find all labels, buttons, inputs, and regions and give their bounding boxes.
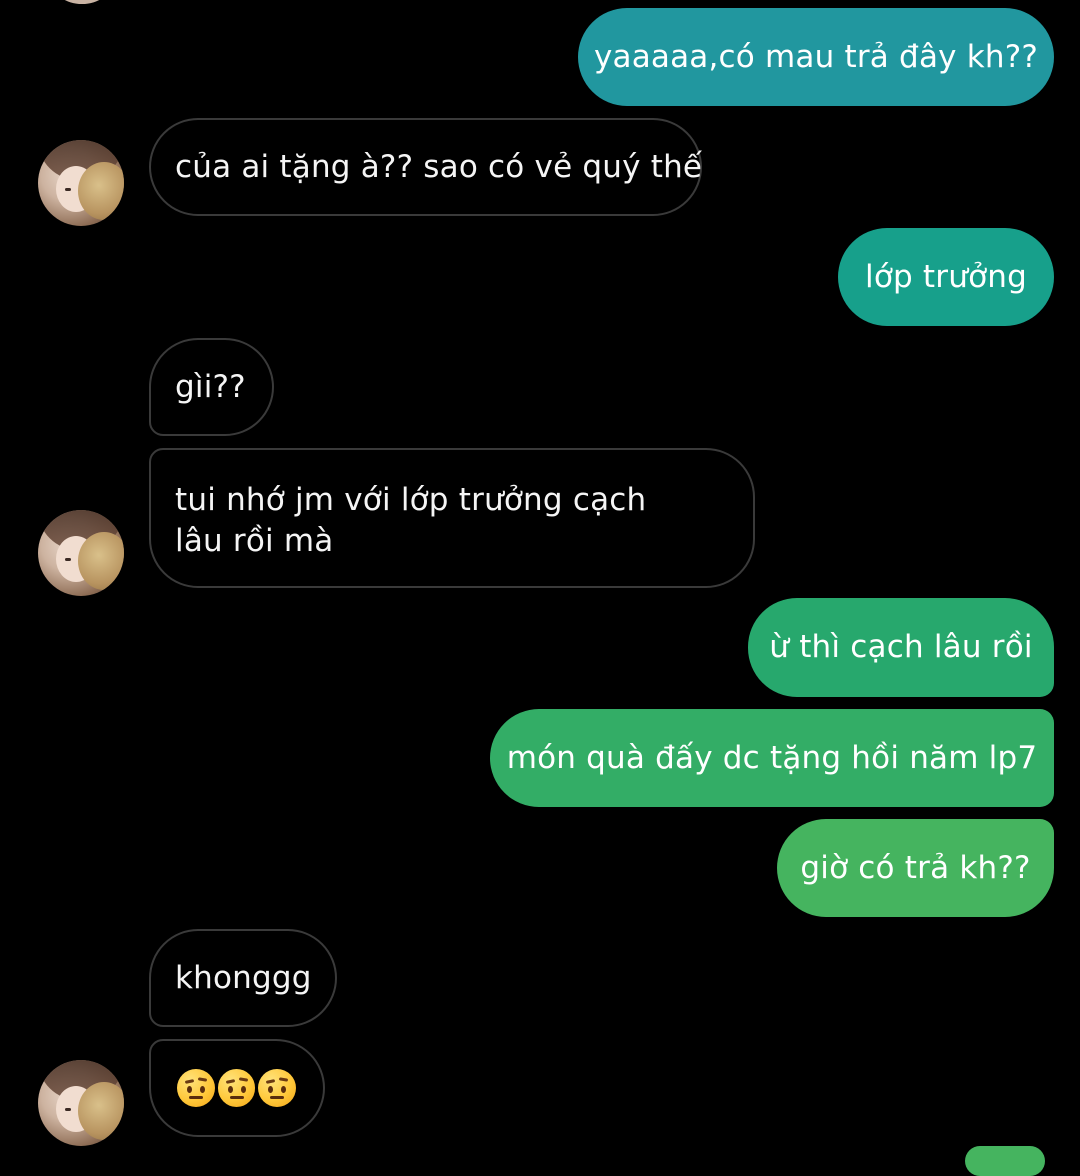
- message-text: yaaaaa,có mau trả đây kh??: [593, 38, 1039, 75]
- message-bubble-outgoing[interactable]: món quà đấy dc tặng hồi năm lp7: [490, 709, 1054, 807]
- message-text: giờ có trả kh??: [800, 849, 1031, 886]
- message-bubble-incoming[interactable]: tui nhớ jm với lớp trưởng cạch lâu rồi m…: [149, 448, 755, 588]
- message-text: gìi??: [175, 368, 246, 405]
- message-text: của ai tặng à?? sao có vẻ quý thế: [175, 148, 703, 185]
- message-bubble-incoming[interactable]: của ai tặng à?? sao có vẻ quý thế: [149, 118, 702, 216]
- contact-avatar-icon[interactable]: [52, 0, 112, 4]
- contact-avatar-icon[interactable]: [38, 1060, 124, 1146]
- contact-avatar-icon[interactable]: [38, 140, 124, 226]
- message-bubble-incoming[interactable]: gìi??: [149, 338, 274, 436]
- message-bubble-outgoing[interactable]: ừ thì cạch lâu rồi: [748, 598, 1054, 697]
- face-with-raised-eyebrow-icon: [177, 1069, 215, 1107]
- message-bubble-outgoing[interactable]: [965, 1146, 1045, 1176]
- message-bubble-outgoing[interactable]: lớp trưởng: [838, 228, 1054, 326]
- message-text: lớp trưởng: [865, 258, 1027, 295]
- message-text: ừ thì cạch lâu rồi: [769, 629, 1033, 665]
- message-bubble-outgoing[interactable]: yaaaaa,có mau trả đây kh??: [578, 8, 1054, 106]
- message-text: khonggg: [175, 959, 312, 996]
- message-bubble-incoming[interactable]: khonggg: [149, 929, 337, 1027]
- face-with-raised-eyebrow-icon: [217, 1069, 256, 1107]
- chat-thread: yaaaaa,có mau trả đây kh?? của ai tặng à…: [0, 0, 1080, 1176]
- message-bubble-incoming[interactable]: [149, 1039, 325, 1137]
- message-bubble-outgoing[interactable]: giờ có trả kh??: [777, 819, 1054, 917]
- message-text: tui nhớ jm với lớp trưởng cạch lâu rồi m…: [175, 482, 647, 559]
- message-text: món quà đấy dc tặng hồi năm lp7: [506, 739, 1038, 776]
- face-with-raised-eyebrow-icon: [258, 1069, 297, 1107]
- contact-avatar-icon[interactable]: [38, 510, 124, 596]
